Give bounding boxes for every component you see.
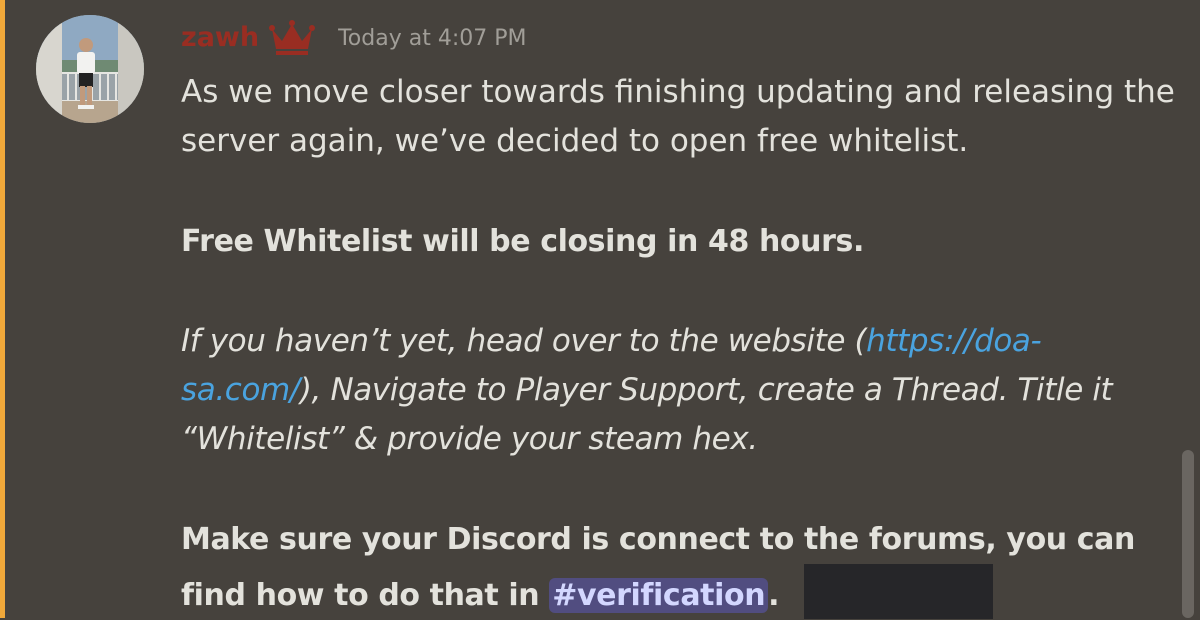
- instructions-text-after-link: ), Navigate to Player Support, create a …: [181, 372, 1113, 457]
- message-content: As we move closer towards finishing upda…: [181, 68, 1181, 620]
- timestamp: Today at 4:07 PM: [338, 26, 527, 51]
- redacted-block: [804, 564, 994, 619]
- mention-highlight-bar: [0, 0, 5, 618]
- username[interactable]: zawh: [181, 18, 259, 58]
- channel-mention-verification[interactable]: #verification: [549, 578, 769, 613]
- crown-icon: [268, 18, 316, 58]
- scrollbar[interactable]: [1182, 450, 1194, 618]
- instructions-text-before-link: If you haven’t yet, head over to the web…: [181, 323, 867, 359]
- avatar[interactable]: [36, 15, 144, 123]
- verification-text-end: .: [768, 578, 780, 613]
- message-notice: Free Whitelist will be closing in 48 hou…: [181, 224, 864, 259]
- message-verification: Make sure your Discord is connect to the…: [181, 515, 1181, 620]
- message-instructions: If you haven’t yet, head over to the web…: [181, 317, 1181, 464]
- message-header: zawh Today at 4:07 PM: [181, 18, 526, 58]
- message-intro: As we move closer towards finishing upda…: [181, 74, 1175, 159]
